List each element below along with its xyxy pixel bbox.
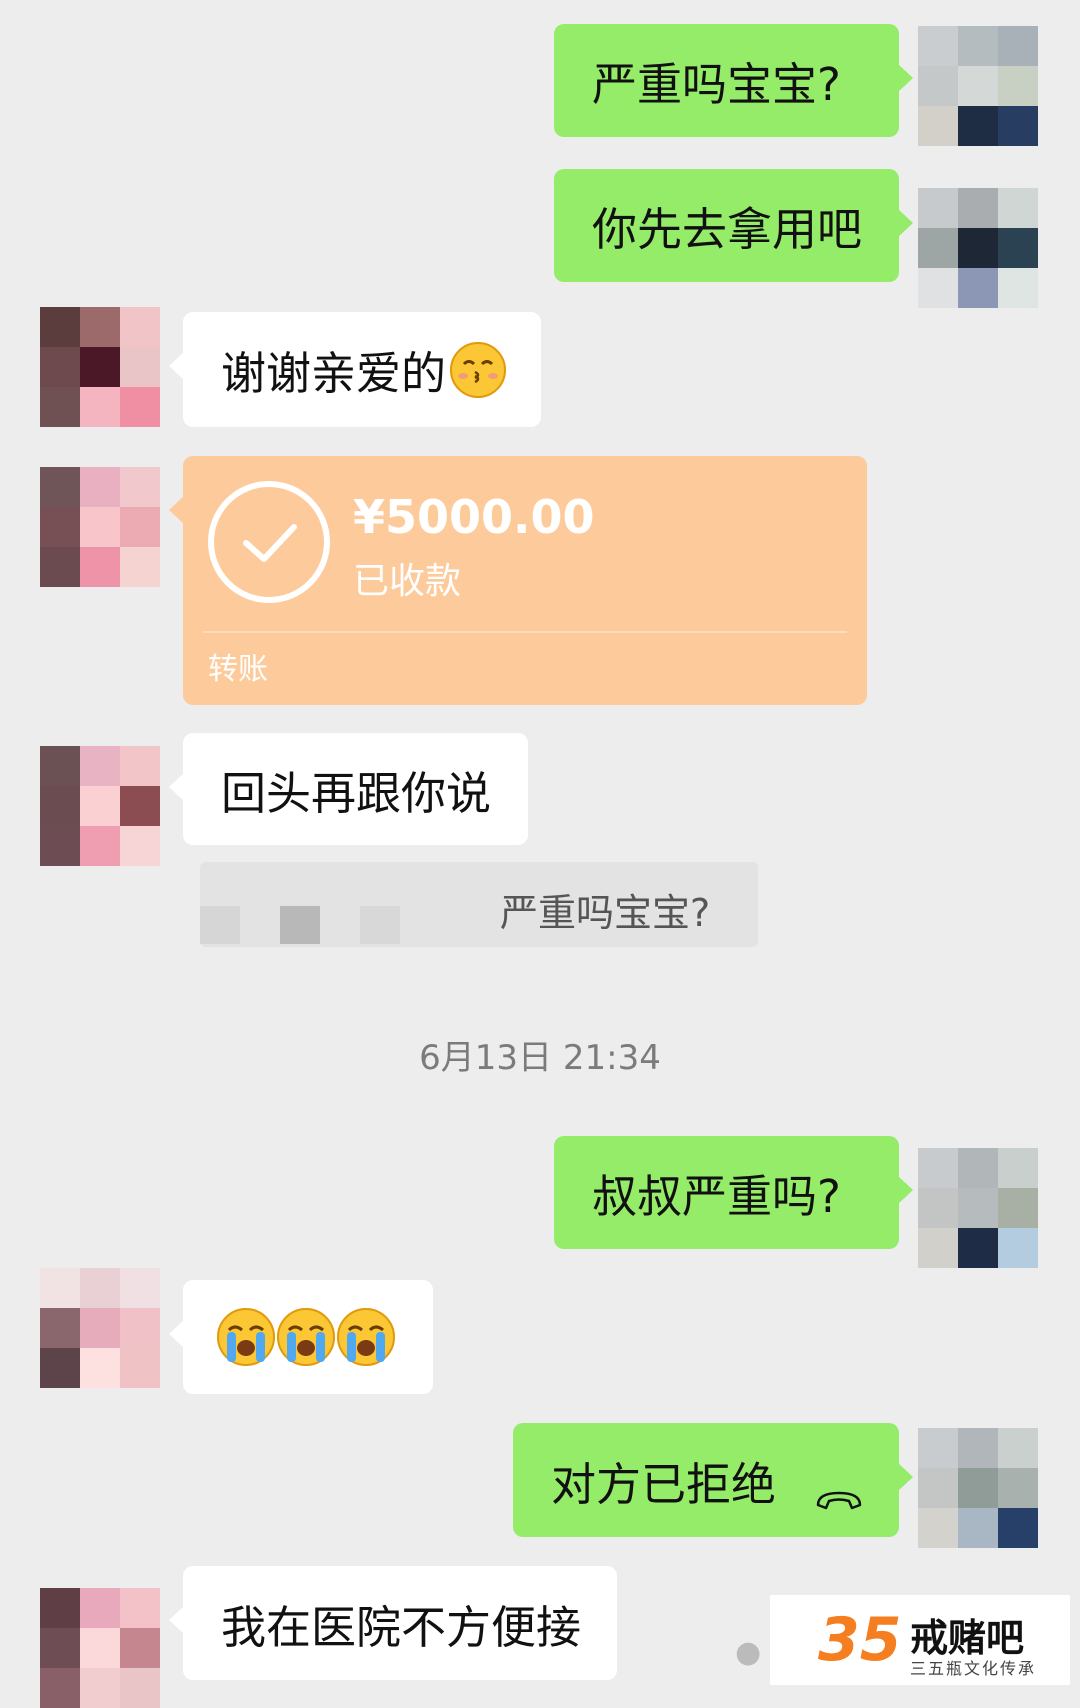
- quoted-message[interactable]: 严重吗宝宝?: [200, 862, 758, 947]
- watermark: 35 戒赌吧 三五瓶文化传承: [770, 1595, 1070, 1685]
- contact-avatar[interactable]: [40, 307, 160, 427]
- timestamp: 6月13日 21:34: [419, 1038, 661, 1078]
- message-bubble-received[interactable]: [169, 1280, 433, 1394]
- message-bubble-sent[interactable]: 你先去拿用吧: [554, 169, 913, 282]
- message-text: 严重吗宝宝?: [592, 58, 841, 111]
- message-bubble-received[interactable]: 回头再跟你说: [169, 733, 528, 845]
- loudly-crying-face-emoji: [337, 1308, 395, 1366]
- redacted-sender-name: [280, 906, 320, 944]
- redacted-sender-name: [200, 906, 240, 944]
- my-avatar[interactable]: [918, 1428, 1038, 1548]
- my-avatar[interactable]: [918, 188, 1038, 308]
- transfer-amount: ¥5000.00: [353, 490, 595, 544]
- transfer-card[interactable]: ¥5000.00 已收款 转账: [169, 456, 867, 705]
- quoted-text: 严重吗宝宝?: [500, 891, 711, 935]
- contact-avatar[interactable]: [40, 467, 160, 587]
- redacted-sender-name: [360, 906, 400, 944]
- message-text: 谢谢亲爱的: [221, 347, 447, 400]
- contact-avatar[interactable]: [40, 746, 160, 866]
- kiss-face-emoji: [450, 341, 507, 398]
- watermark-name: 戒赌吧: [910, 1616, 1025, 1660]
- message-bubble-sent[interactable]: 严重吗宝宝?: [554, 24, 913, 137]
- transfer-status: 已收款: [353, 561, 462, 602]
- loudly-crying-face-emoji: [277, 1308, 335, 1366]
- contact-avatar[interactable]: [40, 1588, 160, 1708]
- message-text: 我在医院不方便接: [221, 1600, 582, 1654]
- call-declined-bubble[interactable]: 对方已拒绝: [513, 1423, 913, 1537]
- message-bubble-received[interactable]: 谢谢亲爱的: [169, 312, 541, 427]
- message-bubble-received[interactable]: 我在医院不方便接: [169, 1566, 617, 1680]
- message-text: 叔叔严重吗?: [592, 1170, 841, 1223]
- loudly-crying-face-emoji: [217, 1308, 275, 1366]
- contact-avatar[interactable]: [40, 1268, 160, 1388]
- message-text: 回头再跟你说: [221, 766, 492, 820]
- my-avatar[interactable]: [918, 1148, 1038, 1268]
- watermark-logo: 35: [818, 1605, 902, 1675]
- message-bubble-sent[interactable]: 叔叔严重吗?: [554, 1136, 913, 1249]
- my-avatar[interactable]: [918, 26, 1038, 146]
- wechat-icon: ●: [735, 1635, 762, 1670]
- transfer-label: 转账: [208, 652, 268, 687]
- check-circle-icon: [208, 481, 330, 603]
- message-text: 对方已拒绝: [551, 1457, 777, 1511]
- watermark-subtitle: 三五瓶文化传承: [910, 1659, 1037, 1678]
- transfer-divider: [203, 631, 847, 633]
- message-text: 你先去拿用吧: [592, 203, 863, 256]
- phone-hangup-icon: [814, 1469, 862, 1510]
